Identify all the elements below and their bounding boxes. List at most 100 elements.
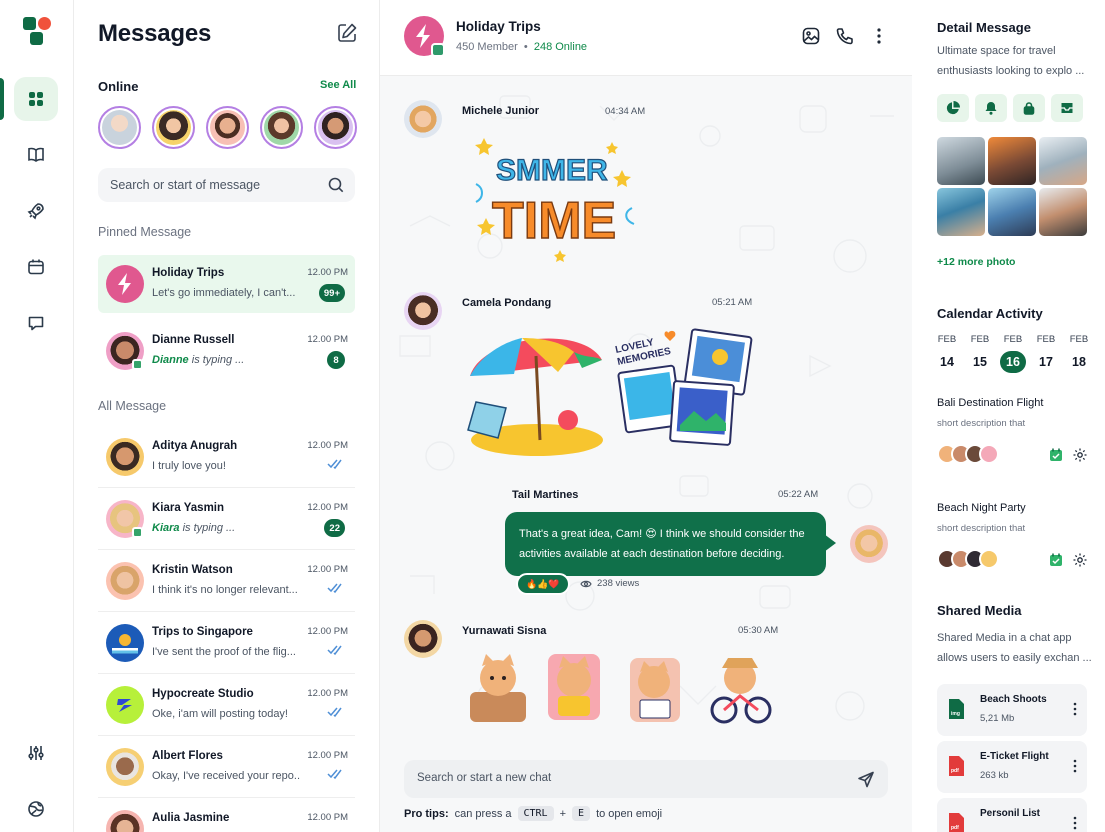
conversation-name: Dianne Russell	[152, 334, 235, 346]
chat-input-placeholder: Search or start a new chat	[417, 772, 552, 784]
compose-icon[interactable]	[336, 22, 358, 44]
photo-thumbnail[interactable]	[1039, 137, 1087, 185]
unread-count-badge: 8	[327, 351, 345, 369]
photo-thumbnail[interactable]	[937, 137, 985, 185]
message-time: 05:30 AM	[738, 625, 779, 636]
search-icon[interactable]	[327, 176, 345, 194]
conversation-preview: Okay, I've received your repo...	[152, 770, 300, 782]
sender-avatar[interactable]	[404, 100, 442, 138]
more-vertical-icon[interactable]	[869, 26, 889, 46]
nav-item-settings[interactable]	[14, 731, 58, 775]
more-vertical-icon[interactable]	[1073, 816, 1077, 830]
phone-icon[interactable]	[835, 26, 855, 46]
divider	[98, 549, 355, 550]
send-icon[interactable]	[856, 769, 876, 789]
calendar-check-icon[interactable]	[1048, 447, 1064, 463]
calendar-day-selected[interactable]: FEB 16	[1000, 334, 1026, 373]
conversation-time: 12.00 PM	[307, 564, 348, 575]
online-avatar[interactable]	[98, 106, 141, 149]
conversation-time: 12.00 PM	[307, 626, 348, 637]
lovely-memories-sticker[interactable]: LOVELY MEMORIES	[612, 325, 758, 449]
cat-stickers-row[interactable]	[464, 648, 774, 726]
conversation-name: Aditya Anugrah	[152, 440, 238, 452]
nav-item-messages[interactable]	[14, 301, 58, 345]
online-avatar[interactable]	[206, 106, 249, 149]
photo-thumbnail[interactable]	[1039, 188, 1087, 236]
calendar-day[interactable]: FEB 15	[967, 334, 993, 373]
calendar-day[interactable]: FEB 18	[1066, 334, 1092, 373]
app-logo-icon[interactable]	[22, 16, 52, 46]
gear-icon[interactable]	[1072, 552, 1088, 568]
conversation-item[interactable]: Aditya Anugrah I truly love you! 12.00 P…	[98, 428, 355, 488]
conversation-item[interactable]: Dianne Russell Dianne is typing ... 12.0…	[98, 322, 355, 380]
grid-icon	[29, 92, 43, 106]
conversation-preview: I think it's no longer relevant...	[152, 584, 298, 596]
conversation-item[interactable]: Hypocreate Studio Oke, i'am will posting…	[98, 676, 355, 736]
archive-button[interactable]	[1051, 94, 1083, 122]
photo-thumbnail[interactable]	[988, 137, 1036, 185]
photo-thumbnail[interactable]	[988, 188, 1036, 236]
more-vertical-icon[interactable]	[1073, 702, 1077, 716]
calendar-day[interactable]: FEB 17	[1033, 334, 1059, 373]
all-messages-label: All Message	[98, 399, 167, 413]
more-photos-link[interactable]: +12 more photo	[937, 256, 1015, 268]
more-vertical-icon[interactable]	[1073, 759, 1077, 773]
book-icon	[28, 147, 44, 162]
sender-avatar[interactable]	[404, 620, 442, 658]
search-placeholder: Search or start of message	[110, 178, 261, 192]
conversation-item[interactable]: Holiday Trips Let's go immediately, I ca…	[98, 255, 355, 313]
shared-file[interactable]: img Beach Shoots 5,21 Mb	[937, 684, 1087, 736]
sender-avatar[interactable]	[404, 292, 442, 330]
see-all-link[interactable]: See All	[320, 79, 356, 91]
conversation-item[interactable]: Aulia Jasmine 12.00 PM	[98, 800, 355, 832]
shared-file[interactable]: pdf E-Ticket Flight 263 kb	[937, 741, 1087, 793]
search-bar[interactable]: Search or start of message	[98, 168, 355, 202]
message-reactions[interactable]: 🔥👍❤️	[516, 573, 570, 595]
event-title[interactable]: Bali Destination Flight	[937, 397, 1043, 409]
conversation-time: 12.00 PM	[307, 267, 348, 278]
chat-panel: Holiday Trips 450 Member • 248 Online Mi…	[380, 0, 912, 832]
conversation-preview: I truly love you!	[152, 460, 226, 472]
group-avatar[interactable]	[404, 16, 445, 57]
kbd-ctrl: CTRL	[517, 806, 554, 821]
conversation-item[interactable]: Kiara Yasmin Kiara is typing ... 12.00 P…	[98, 490, 355, 550]
group-avatar	[106, 265, 144, 303]
online-avatar[interactable]	[260, 106, 303, 149]
studio-logo-icon	[117, 699, 132, 712]
conversation-name: Holiday Trips	[152, 267, 225, 279]
gear-icon[interactable]	[1072, 447, 1088, 463]
summer-time-sticker[interactable]: SMMER TIME	[472, 124, 642, 270]
photo-thumbnail[interactable]	[937, 188, 985, 236]
nav-item-explore[interactable]	[14, 189, 58, 233]
stats-button[interactable]	[937, 94, 969, 122]
conversation-name: Kiara Yasmin	[152, 502, 225, 514]
conversation-item[interactable]: Albert Flores Okay, I've received your r…	[98, 738, 355, 798]
shared-file[interactable]: pdf Personil List	[937, 798, 1087, 832]
sender-name: Camela Pondang	[462, 297, 552, 309]
online-avatar[interactable]	[314, 106, 357, 149]
beach-umbrella-sticker[interactable]	[462, 316, 612, 461]
group-stats: 450 Member • 248 Online	[456, 41, 588, 53]
conversation-item[interactable]: Kristin Watson I think it's no longer re…	[98, 552, 355, 612]
online-label: Online	[98, 79, 139, 94]
nav-item-dashboard[interactable]	[14, 77, 58, 121]
file-icon: pdf	[949, 813, 964, 832]
conversation-name: Aulia Jasmine	[152, 812, 230, 824]
sender-avatar[interactable]	[850, 525, 888, 563]
nav-item-book[interactable]	[14, 133, 58, 177]
image-icon[interactable]	[801, 26, 821, 46]
notification-button[interactable]	[975, 94, 1007, 122]
nav-item-globe[interactable]	[14, 787, 58, 831]
message-bubble[interactable]: That's a great idea, Cam! 😍 I think we s…	[505, 512, 836, 576]
file-name: Beach Shoots	[980, 694, 1047, 705]
calendar-day[interactable]: FEB 14	[934, 334, 960, 373]
nav-item-calendar[interactable]	[14, 245, 58, 289]
privacy-button[interactable]	[1013, 94, 1045, 122]
detail-panel: Detail Message Ultimate space for travel…	[912, 0, 1105, 832]
chat-input[interactable]: Search or start a new chat	[404, 760, 888, 798]
avatar	[106, 810, 144, 832]
calendar-check-icon[interactable]	[1048, 552, 1064, 568]
conversation-item[interactable]: Trips to Singapore I've sent the proof o…	[98, 614, 355, 674]
event-title[interactable]: Beach Night Party	[937, 502, 1026, 514]
online-avatar[interactable]	[152, 106, 195, 149]
